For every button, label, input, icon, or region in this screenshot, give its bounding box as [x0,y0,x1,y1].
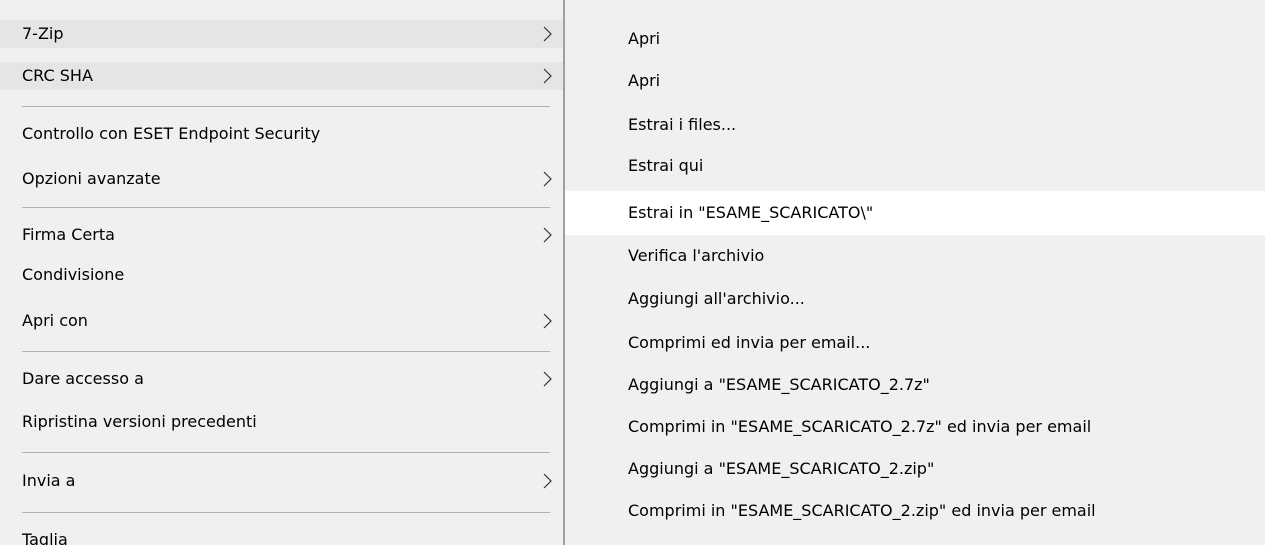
submenu-item-extract-to-folder[interactable]: Estrai in "ESAME_SCARICATO\" [565,191,1265,235]
submenu-item-label: Estrai qui [628,156,704,175]
chevron-right-icon [543,227,552,243]
7zip-submenu: Apri Apri Estrai i files... Estrai qui E… [565,0,1265,545]
submenu-item-label: Estrai in "ESAME_SCARICATO\" [628,203,874,222]
menu-item-label: 7-Zip [22,24,64,43]
submenu-item-label: Comprimi ed invia per email... [628,333,871,352]
submenu-item-add-to-zip[interactable]: Aggiungi a "ESAME_SCARICATO_2.zip" [565,454,1265,484]
chevron-right-icon [543,313,552,329]
menu-item-advanced-options[interactable]: Opzioni avanzate [0,165,563,193]
submenu-item-extract-here[interactable]: Estrai qui [565,151,1265,181]
submenu-item-open[interactable]: Apri [565,24,1265,54]
menu-item-label: Taglia [22,530,68,545]
menu-item-label: Firma Certa [22,225,115,244]
submenu-item-label: Apri [628,29,661,48]
submenu-item-label: Aggiungi all'archivio... [628,289,805,308]
menu-item-label: Controllo con ESET Endpoint Security [22,124,321,143]
menu-item-label: Dare accesso a [22,369,144,388]
menu-item-open-with[interactable]: Apri con [0,307,563,335]
submenu-item-label: Aggiungi a "ESAME_SCARICATO_2.zip" [628,459,935,478]
menu-item-label: CRC SHA [22,66,93,85]
menu-item-label: Condivisione [22,265,125,284]
chevron-right-icon [543,68,552,84]
chevron-right-icon [543,473,552,489]
menu-item-eset-scan[interactable]: Controllo con ESET Endpoint Security [0,120,563,148]
submenu-item-open-2[interactable]: Apri [565,66,1265,96]
chevron-right-icon [543,371,552,387]
menu-separator [22,207,550,208]
menu-item-firma-certa[interactable]: Firma Certa [0,221,563,249]
menu-item-label: Ripristina versioni precedenti [22,412,257,431]
menu-separator [22,351,550,352]
menu-item-cut[interactable]: Taglia [0,526,563,545]
chevron-right-icon [543,26,552,42]
submenu-item-label: Estrai i files... [628,115,737,134]
submenu-item-label: Aggiungi a "ESAME_SCARICATO_2.7z" [628,375,930,394]
menu-item-label: Apri con [22,311,88,330]
menu-separator [22,512,550,513]
submenu-item-add-to-7z[interactable]: Aggiungi a "ESAME_SCARICATO_2.7z" [565,370,1265,400]
submenu-item-label: Apri [628,71,661,90]
submenu-item-label: Comprimi in "ESAME_SCARICATO_2.zip" ed i… [628,501,1096,520]
context-menu: 7-Zip CRC SHA Controllo con ESET Endpoin… [0,0,563,545]
chevron-right-icon [543,171,552,187]
submenu-item-extract-files[interactable]: Estrai i files... [565,110,1265,140]
submenu-item-add-to-archive[interactable]: Aggiungi all'archivio... [565,284,1265,314]
menu-item-7zip[interactable]: 7-Zip [0,20,563,48]
menu-item-label: Invia a [22,471,76,490]
submenu-item-compress-7z-email[interactable]: Comprimi in "ESAME_SCARICATO_2.7z" ed in… [565,412,1265,442]
menu-item-give-access[interactable]: Dare accesso a [0,365,563,393]
submenu-item-compress-email[interactable]: Comprimi ed invia per email... [565,328,1265,358]
context-menu-screen: 7-Zip CRC SHA Controllo con ESET Endpoin… [0,0,1265,545]
menu-item-crc-sha[interactable]: CRC SHA [0,62,563,90]
menu-item-label: Opzioni avanzate [22,169,161,188]
menu-item-restore-versions[interactable]: Ripristina versioni precedenti [0,408,563,436]
menu-item-send-to[interactable]: Invia a [0,467,563,495]
menu-separator [22,106,550,107]
submenu-item-label: Comprimi in "ESAME_SCARICATO_2.7z" ed in… [628,417,1092,436]
submenu-item-label: Verifica l'archivio [628,246,765,265]
submenu-item-test-archive[interactable]: Verifica l'archivio [565,241,1265,271]
submenu-item-compress-zip-email[interactable]: Comprimi in "ESAME_SCARICATO_2.zip" ed i… [565,496,1265,526]
menu-separator [22,452,550,453]
menu-item-share[interactable]: Condivisione [0,261,563,289]
